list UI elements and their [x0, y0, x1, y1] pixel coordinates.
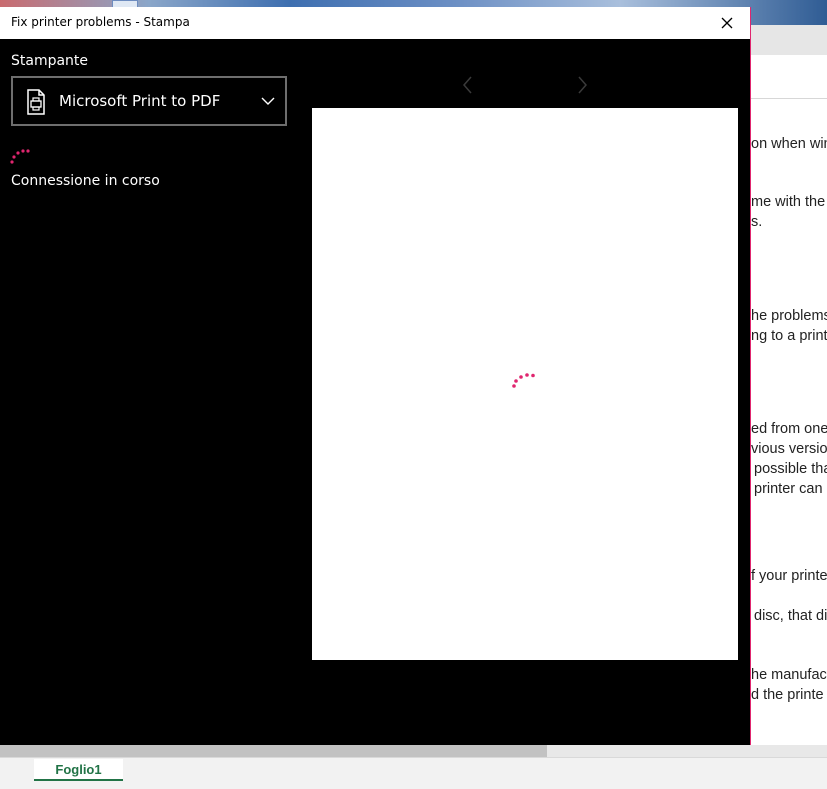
document-line: vious version: [751, 441, 827, 457]
background-app-ruler: [749, 55, 827, 99]
dialog-title: Fix printer problems - Stampa: [11, 15, 190, 29]
print-dialog: Fix printer problems - Stampa Stampante …: [0, 7, 751, 745]
chevron-right-icon[interactable]: [572, 73, 592, 97]
print-preview-page: [312, 108, 738, 660]
document-line: he problems: [751, 308, 827, 324]
chevron-down-icon: [261, 97, 275, 105]
document-line: ed from one: [751, 421, 827, 437]
connection-status: Connessione in corso: [11, 173, 160, 189]
background-document: on when win me with the s. he problems n…: [751, 100, 827, 745]
document-line: on when win: [751, 136, 827, 152]
document-line: he manufact: [751, 667, 827, 683]
sheet-tab-bar: [0, 757, 827, 789]
horizontal-scrollbar-thumb[interactable]: [0, 745, 547, 757]
document-line: ng to a print: [751, 328, 827, 344]
loading-spinner-icon: [512, 373, 535, 388]
document-line: disc, that di: [754, 608, 827, 624]
document-line: d the printe: [751, 687, 824, 703]
printer-selected-value: Microsoft Print to PDF: [59, 92, 221, 110]
printer-label: Stampante: [11, 53, 89, 69]
document-line: printer can: [754, 481, 823, 497]
document-line: possible tha: [754, 461, 827, 477]
document-line: s.: [751, 214, 763, 230]
chevron-left-icon[interactable]: [458, 73, 478, 97]
printer-dropdown[interactable]: Microsoft Print to PDF: [11, 76, 287, 126]
dialog-titlebar: Fix printer problems - Stampa: [0, 7, 750, 39]
printer-icon: [27, 89, 45, 115]
sheet-tab-foglio1[interactable]: Foglio1: [34, 759, 123, 781]
loading-spinner-icon: [10, 149, 30, 164]
background-app-toolbar: [749, 25, 827, 55]
close-button[interactable]: [704, 7, 750, 39]
close-icon: [721, 17, 733, 29]
document-line: f your printe: [751, 568, 827, 584]
document-line: me with the: [751, 194, 826, 210]
